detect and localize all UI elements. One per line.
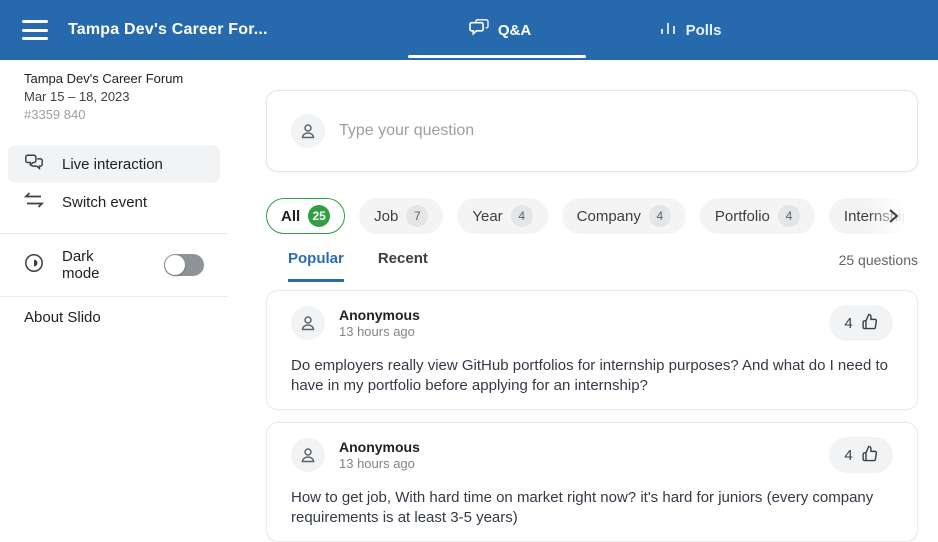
topbar-tabs: Q&A Polls xyxy=(405,0,785,60)
dark-mode-row: Dark mode xyxy=(0,246,228,284)
chip-portfolio[interactable]: Portfolio 4 xyxy=(700,198,815,234)
thumbs-up-icon xyxy=(861,313,878,334)
question-author: Anonymous xyxy=(339,307,420,324)
sidebar-menu: Live interaction Switch event xyxy=(0,145,228,221)
question-timestamp: 13 hours ago xyxy=(339,456,420,472)
thumbs-up-icon xyxy=(861,445,878,466)
hamburger-menu-icon[interactable] xyxy=(22,20,48,40)
event-meta: Tampa Dev's Career Forum Mar 15 – 18, 20… xyxy=(0,60,228,123)
question-input[interactable] xyxy=(339,122,893,140)
sidebar-item-live-interaction[interactable]: Live interaction xyxy=(8,145,220,183)
chip-count-badge: 7 xyxy=(406,205,428,227)
vote-count: 4 xyxy=(844,315,852,332)
chip-label: Company xyxy=(577,208,641,225)
chip-label: Job xyxy=(374,208,398,225)
avatar xyxy=(291,114,325,148)
chip-year[interactable]: Year 4 xyxy=(457,198,547,234)
event-dates: Mar 15 – 18, 2023 xyxy=(24,88,204,105)
question-text: Do employers really view GitHub portfoli… xyxy=(291,356,893,396)
chip-job[interactable]: Job 7 xyxy=(359,198,443,234)
questions-count: 25 questions xyxy=(839,246,918,268)
sidebar: Tampa Dev's Career Forum Mar 15 – 18, 20… xyxy=(0,60,228,535)
chips-scroll-right-button[interactable] xyxy=(880,203,906,229)
chat-bubbles-icon xyxy=(24,154,44,175)
bar-chart-icon xyxy=(659,19,677,41)
tab-polls-label: Polls xyxy=(686,22,722,39)
chip-count-badge: 4 xyxy=(649,205,671,227)
sidebar-divider xyxy=(0,296,228,297)
question-text: How to get job, With hard time on market… xyxy=(291,488,893,528)
topic-chips-row: All 25 Job 7 Year 4 Company 4 Portfolio … xyxy=(266,198,938,234)
tab-recent[interactable]: Recent xyxy=(378,246,428,282)
avatar xyxy=(291,306,325,340)
chip-all[interactable]: All 25 xyxy=(266,198,345,234)
question-timestamp: 13 hours ago xyxy=(339,324,420,340)
contrast-icon xyxy=(24,253,44,277)
speech-bubbles-icon xyxy=(469,19,489,41)
sidebar-divider xyxy=(0,233,228,234)
topbar: Tampa Dev's Career For... Q&A Polls xyxy=(0,0,938,60)
question-card: Anonymous 13 hours ago 4 Do employers re… xyxy=(266,290,918,410)
qa-main: All 25 Job 7 Year 4 Company 4 Portfolio … xyxy=(228,60,938,535)
sidebar-item-switch-event[interactable]: Switch event xyxy=(8,183,220,221)
chip-count-badge: 25 xyxy=(308,205,330,227)
question-author: Anonymous xyxy=(339,439,420,456)
chip-count-badge: 4 xyxy=(778,205,800,227)
topbar-event-title: Tampa Dev's Career For... xyxy=(68,21,268,39)
chip-company[interactable]: Company 4 xyxy=(562,198,686,234)
avatar xyxy=(291,438,325,472)
upvote-button[interactable]: 4 xyxy=(829,305,893,341)
question-list: Anonymous 13 hours ago 4 Do employers re… xyxy=(266,290,918,542)
dark-mode-label: Dark mode xyxy=(62,248,134,282)
tab-qa[interactable]: Q&A xyxy=(405,0,595,60)
tab-qa-label: Q&A xyxy=(498,22,531,39)
tab-popular[interactable]: Popular xyxy=(288,246,344,282)
sidebar-item-label: Switch event xyxy=(62,194,147,211)
toggle-knob xyxy=(165,255,185,275)
swap-arrows-icon xyxy=(24,192,44,212)
chip-count-badge: 4 xyxy=(511,205,533,227)
tab-polls[interactable]: Polls xyxy=(595,0,785,60)
sidebar-item-label: Live interaction xyxy=(62,156,163,173)
ask-question-card[interactable] xyxy=(266,90,918,172)
chip-label: All xyxy=(281,208,300,225)
chip-label: Year xyxy=(472,208,502,225)
vote-count: 4 xyxy=(844,447,852,464)
question-list-header: Popular Recent 25 questions xyxy=(266,246,918,283)
dark-mode-toggle[interactable] xyxy=(164,254,204,276)
event-name: Tampa Dev's Career Forum xyxy=(24,70,204,87)
question-card: Anonymous 13 hours ago 4 How to get job,… xyxy=(266,422,918,542)
upvote-button[interactable]: 4 xyxy=(829,437,893,473)
event-code: #3359 840 xyxy=(24,106,204,123)
about-slido-link[interactable]: About Slido xyxy=(0,309,228,326)
chip-label: Portfolio xyxy=(715,208,770,225)
